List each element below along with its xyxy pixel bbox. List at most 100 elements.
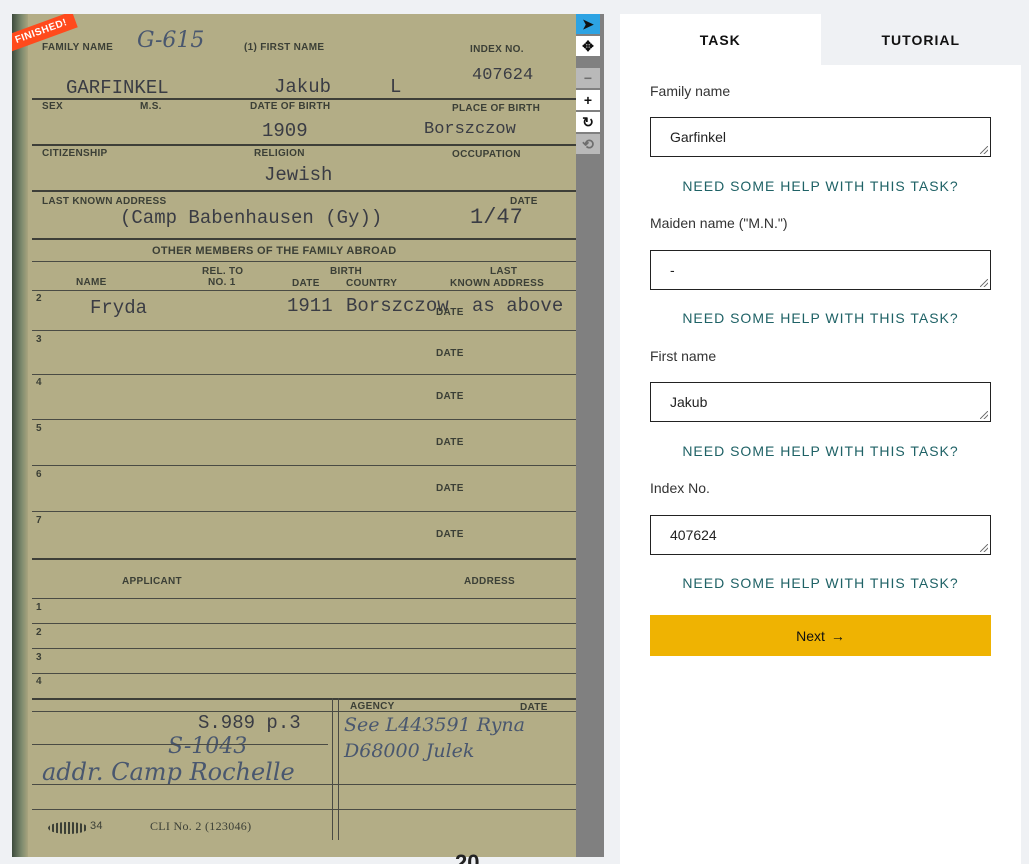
resize-grip-icon[interactable] <box>980 544 988 552</box>
help-link[interactable]: NEED SOME HELP WITH THIS TASK? <box>650 575 991 591</box>
rule <box>32 419 576 420</box>
rule <box>32 190 576 192</box>
rule <box>32 374 576 375</box>
rule <box>32 330 576 331</box>
rule <box>32 98 576 100</box>
rule <box>32 558 576 560</box>
pointer-tool-icon[interactable]: ➤ <box>576 14 600 34</box>
tab-task[interactable]: TASK <box>620 14 821 65</box>
rule <box>332 698 333 840</box>
applicant-number: 1 <box>36 602 42 613</box>
zoom-in-icon[interactable]: + <box>576 90 600 110</box>
zoom-out-icon[interactable]: − <box>576 68 600 88</box>
label-citizenship: CITIZENSHIP <box>42 148 108 159</box>
help-link[interactable]: NEED SOME HELP WITH THIS TASK? <box>650 178 991 194</box>
index-no-field[interactable]: 407624 <box>650 515 991 555</box>
label-row-date: DATE <box>436 529 464 540</box>
help-link[interactable]: NEED SOME HELP WITH THIS TASK? <box>650 310 991 326</box>
first-name-label: First name <box>650 348 717 364</box>
label-pob: PLACE OF BIRTH <box>452 103 541 114</box>
handwritten-ref2: S-1043 <box>168 734 248 759</box>
rule <box>32 744 328 745</box>
typed-date: 1/47 <box>470 205 523 230</box>
panel-tabs: TASK TUTORIAL <box>620 14 1021 65</box>
family-name-label: Family name <box>650 83 731 99</box>
row-number: 4 <box>36 377 42 388</box>
index-no-label: Index No. <box>650 480 710 496</box>
index-no-value: 407624 <box>670 527 717 543</box>
label-dob: DATE OF BIRTH <box>250 101 331 112</box>
label-rel-to: REL. TO <box>202 266 244 277</box>
row-number: 7 <box>36 515 42 526</box>
rule <box>32 290 576 291</box>
label-row-date: DATE <box>436 307 464 318</box>
first-name-field[interactable]: Jakub <box>650 382 991 422</box>
rule <box>32 261 576 262</box>
seal-mark <box>48 822 88 834</box>
label-first-name: (1) FIRST NAME <box>244 42 325 53</box>
rotate-icon[interactable]: ↻ <box>576 112 600 132</box>
label-row-date: DATE <box>436 391 464 402</box>
label-index-no: INDEX NO. <box>470 44 524 55</box>
family-name-field[interactable]: Garfinkel <box>650 117 991 157</box>
label-birth: BIRTH <box>330 266 363 277</box>
typed-ref1: S.989 p.3 <box>198 712 301 734</box>
row-number: 2 <box>36 293 42 304</box>
tab-tutorial[interactable]: TUTORIAL <box>820 14 1021 65</box>
rule <box>32 465 576 466</box>
toolbar-gap <box>576 58 604 66</box>
rule <box>32 238 576 240</box>
typed-religion: Jewish <box>264 164 333 186</box>
footer-number: 34 <box>90 820 103 832</box>
rule <box>32 784 576 785</box>
label-known-address: KNOWN ADDRESS <box>450 278 545 289</box>
rule <box>32 711 576 712</box>
document-card-image[interactable]: FAMILY NAME G-615 (1) FIRST NAME INDEX N… <box>12 14 576 857</box>
typed-family-name: GARFINKEL <box>66 77 169 99</box>
arrow-right-icon: → <box>830 627 845 644</box>
footer-label: CLI No. 2 (123046) <box>150 819 252 833</box>
typed-pob: Borszczow <box>424 120 516 139</box>
label-no1: NO. 1 <box>208 277 236 288</box>
help-link[interactable]: NEED SOME HELP WITH THIS TASK? <box>650 443 991 459</box>
typed-member-country: Borszczow <box>346 295 449 317</box>
applicant-number: 4 <box>36 676 42 687</box>
rule <box>32 144 576 146</box>
label-country: COUNTRY <box>346 278 398 289</box>
typed-first-name: Jakub <box>274 76 332 98</box>
typed-member-birth: 1911 <box>287 295 333 317</box>
reset-icon[interactable]: ⟲ <box>576 134 600 154</box>
label-member-date: DATE <box>292 278 320 289</box>
next-button[interactable]: Next → <box>650 615 991 656</box>
label-occupation: OCCUPATION <box>452 149 521 160</box>
typed-index: 407624 <box>472 66 534 85</box>
rule <box>32 623 576 624</box>
label-last-address: LAST KNOWN ADDRESS <box>42 196 167 207</box>
rule <box>338 698 339 840</box>
label-row-date: DATE <box>436 483 464 494</box>
row-number: 3 <box>36 334 42 345</box>
applicant-number: 2 <box>36 627 42 638</box>
handwritten-addr-note: addr. Camp Rochelle <box>42 758 295 786</box>
move-tool-icon[interactable]: ✥ <box>576 36 600 56</box>
label-other-members: OTHER MEMBERS OF THE FAMILY ABROAD <box>152 245 397 257</box>
rule <box>32 598 576 599</box>
resize-grip-icon[interactable] <box>980 146 988 154</box>
typed-member-address: as above <box>472 295 564 317</box>
label-religion: RELIGION <box>254 148 305 159</box>
resize-grip-icon[interactable] <box>980 279 988 287</box>
card-left-edge <box>12 14 28 857</box>
label-applicant: APPLICANT <box>122 576 182 587</box>
applicant-number: 3 <box>36 652 42 663</box>
label-row-date: DATE <box>436 437 464 448</box>
handwritten-family-code: G-615 <box>137 28 205 53</box>
typed-address: (Camp Babenhausen (Gy)) <box>120 207 383 229</box>
task-panel: TASK TUTORIAL Family name Garfinkel NEED… <box>620 14 1021 864</box>
document-viewer[interactable]: FAMILY NAME G-615 (1) FIRST NAME INDEX N… <box>12 14 604 857</box>
maiden-name-value: - <box>670 262 675 278</box>
resize-grip-icon[interactable] <box>980 411 988 419</box>
typed-member-name: Fryda <box>90 297 148 319</box>
maiden-name-field[interactable]: - <box>650 250 991 290</box>
row-number: 5 <box>36 423 42 434</box>
page-number: 20 <box>455 850 480 864</box>
